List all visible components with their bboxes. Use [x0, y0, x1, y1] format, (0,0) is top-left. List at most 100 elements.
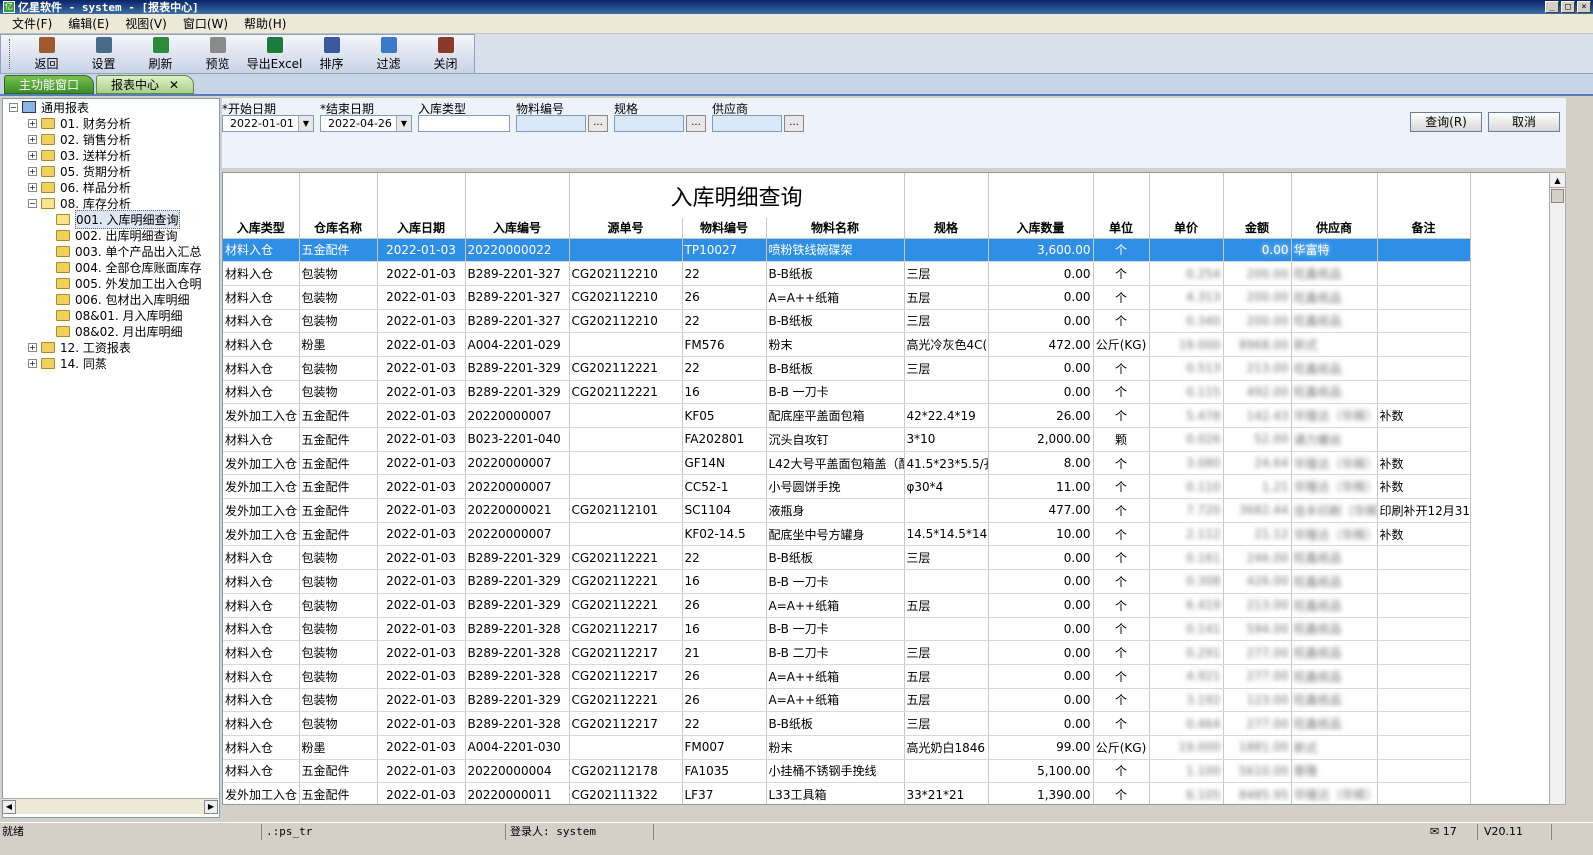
table-row[interactable]: 材料入仓 包装物 2022-01-03 B289-2201-328 CG20211221… [223, 664, 1471, 689]
cancel-button[interactable]: 取消 [1488, 112, 1560, 132]
tree-item[interactable]: +03. 送样分析 [3, 147, 219, 163]
tree-item[interactable]: 001. 入库明细查询 [3, 209, 219, 229]
menu-help[interactable]: 帮助(H) [236, 15, 294, 32]
tab-report-center[interactable]: 报表中心 ✕ [96, 75, 195, 94]
table-row[interactable]: 材料入仓 包装物 2022-01-03 B289-2201-328 CG20211221… [223, 640, 1471, 665]
type-input[interactable] [418, 115, 510, 132]
scrollbar-thumb[interactable] [1551, 189, 1564, 203]
tree-item[interactable]: 005. 外发加工出入仓明 [3, 275, 219, 291]
expand-icon[interactable]: + [28, 118, 37, 128]
start-date-picker[interactable]: 2022-01-01 ▼ [222, 115, 314, 132]
column-header[interactable]: 物料名称 [766, 218, 905, 239]
supplier-input[interactable] [712, 115, 782, 132]
table-row[interactable]: 材料入仓 包装物 2022-01-03 B289-2201-329 CG20211222… [223, 380, 1471, 405]
table-row[interactable]: 发外加工入仓 五金配件 2022-01-03 20220000007 GF14N L42大… [223, 451, 1471, 476]
column-header[interactable]: 供应商 [1291, 218, 1378, 239]
toolbar-button-3[interactable]: 预览 [189, 35, 246, 73]
toolbar-grip[interactable] [9, 39, 12, 69]
table-row[interactable]: 发外加工入仓 五金配件 2022-01-03 20220000007 KF02-14.5… [223, 522, 1471, 547]
tree-item[interactable]: +05. 货期分析 [3, 163, 219, 179]
end-date-picker[interactable]: 2022-04-26 ▼ [320, 115, 412, 132]
table-row[interactable]: 材料入仓 粉墨 2022-01-03 A004-2201-029 FM576 粉末 高光冷灰… [223, 332, 1471, 357]
toolbar-button-6[interactable]: 过滤 [360, 35, 417, 73]
table-row[interactable]: 材料入仓 包装物 2022-01-03 B289-2201-329 CG20211222… [223, 545, 1471, 571]
menu-file[interactable]: 文件(F) [4, 15, 60, 32]
column-header[interactable]: 备注 [1377, 218, 1471, 239]
table-row[interactable]: 材料入仓 包装物 2022-01-03 B289-2201-328 CG20211221… [223, 617, 1471, 642]
tree-item[interactable]: 004. 全部仓库账面库存 [3, 259, 219, 275]
toolbar-button-4[interactable]: 导出Excel [246, 35, 303, 73]
table-row[interactable]: 材料入仓 五金配件 2022-01-03 B023-2201-040 FA202801 沉… [223, 427, 1471, 452]
table-row[interactable]: 材料入仓 包装物 2022-01-03 B289-2201-328 CG20211221… [223, 711, 1471, 736]
expand-icon[interactable]: + [28, 134, 37, 144]
material-browse-button[interactable]: ... [588, 115, 608, 132]
table-row[interactable]: 材料入仓 五金配件 2022-01-03 20220000022 TP10027 喷粉铁线… [223, 238, 1471, 263]
menu-edit[interactable]: 编辑(E) [60, 15, 117, 32]
column-header[interactable]: 单价 [1149, 218, 1224, 239]
toolbar-button-1[interactable]: 设置 [75, 35, 132, 73]
tree-root[interactable]: − 通用报表 [3, 99, 219, 115]
column-header[interactable]: 入库日期 [377, 218, 466, 239]
tree-item[interactable]: 006. 包材出入库明细 [3, 291, 219, 307]
scroll-right-icon[interactable]: ▶ [204, 799, 218, 814]
column-header[interactable]: 入库编号 [465, 218, 570, 239]
collapse-icon[interactable]: − [28, 198, 37, 208]
tree-item[interactable]: +14. 同蒸 [3, 355, 219, 371]
toolbar-button-2[interactable]: 刷新 [132, 35, 189, 73]
menu-window[interactable]: 窗口(W) [175, 15, 236, 32]
material-input[interactable] [516, 115, 586, 132]
expand-icon[interactable]: + [28, 182, 37, 192]
table-row[interactable]: 材料入仓 五金配件 2022-01-03 20220000004 CG202112178… [223, 759, 1471, 784]
toolbar-button-0[interactable]: 返回 [18, 35, 75, 73]
table-row[interactable]: 发外加工入仓 五金配件 2022-01-03 20220000021 CG2021121… [223, 498, 1471, 523]
scroll-up-icon[interactable]: ▲ [1550, 173, 1565, 188]
column-header[interactable]: 仓库名称 [299, 218, 378, 239]
table-row[interactable]: 发外加工入仓 五金配件 2022-01-03 20220000011 CG2021113… [223, 782, 1471, 804]
tree-item[interactable]: 003. 单个产品出入汇总 [3, 243, 219, 259]
column-header[interactable]: 单位 [1093, 218, 1150, 239]
column-header[interactable]: 物料编号 [682, 218, 767, 239]
table-row[interactable]: 发外加工入仓 五金配件 2022-01-03 20220000007 KF05 配底座平盖… [223, 403, 1471, 428]
tab-close-icon[interactable]: ✕ [169, 78, 179, 92]
column-header[interactable]: 金额 [1223, 218, 1292, 239]
toolbar-button-7[interactable]: 关闭 [417, 35, 474, 73]
chevron-down-icon[interactable]: ▼ [396, 116, 411, 131]
query-button[interactable]: 查询(R) [1410, 112, 1482, 132]
tree-item[interactable]: 002. 出库明细查询 [3, 227, 219, 243]
tree-item[interactable]: 08&01. 月入库明细 [3, 307, 219, 323]
column-header[interactable]: 入库数量 [988, 218, 1094, 239]
report-vertical-scrollbar[interactable]: ▲ [1549, 172, 1566, 805]
collapse-icon[interactable]: − [9, 102, 18, 112]
column-header[interactable]: 入库类型 [223, 218, 300, 239]
tree-item[interactable]: 08&02. 月出库明细 [3, 323, 219, 339]
column-header[interactable]: 源单号 [569, 218, 683, 239]
scroll-left-icon[interactable]: ◀ [2, 799, 16, 814]
table-row[interactable]: 材料入仓 包装物 2022-01-03 B289-2201-329 CG20211222… [223, 593, 1471, 618]
expand-icon[interactable]: + [28, 166, 37, 176]
supplier-browse-button[interactable]: ... [784, 115, 804, 132]
tree-item[interactable]: +01. 财务分析 [3, 115, 219, 131]
tab-main-window[interactable]: 主功能窗口 [4, 75, 95, 94]
tree-horizontal-scrollbar[interactable]: ◀ ▶ [2, 798, 218, 814]
table-row[interactable]: 材料入仓 包装物 2022-01-03 B289-2201-327 CG20211221… [223, 285, 1471, 310]
spec-input[interactable] [614, 115, 684, 132]
table-row[interactable]: 材料入仓 包装物 2022-01-03 B289-2201-329 CG20211222… [223, 688, 1471, 713]
expand-icon[interactable]: + [28, 342, 37, 352]
chevron-down-icon[interactable]: ▼ [298, 116, 313, 131]
expand-icon[interactable]: + [28, 150, 37, 160]
close-icon[interactable]: × [1577, 1, 1591, 13]
tree-item[interactable]: +12. 工资报表 [3, 339, 219, 355]
table-row[interactable]: 发外加工入仓 五金配件 2022-01-03 20220000007 CC52-1 小号圆… [223, 474, 1471, 500]
table-row[interactable]: 材料入仓 包装物 2022-01-03 B289-2201-327 CG20211221… [223, 309, 1471, 334]
tree-item[interactable]: +02. 销售分析 [3, 131, 219, 147]
table-row[interactable]: 材料入仓 包装物 2022-01-03 B289-2201-329 CG20211222… [223, 356, 1471, 381]
minimize-icon[interactable]: _ [1545, 1, 1559, 13]
tree-item[interactable]: +06. 样品分析 [3, 179, 219, 195]
toolbar-button-5[interactable]: 排序 [303, 35, 360, 73]
maximize-icon[interactable]: □ [1561, 1, 1575, 13]
table-row[interactable]: 材料入仓 粉墨 2022-01-03 A004-2201-030 FM007 粉末 高光奶白… [223, 735, 1471, 760]
column-header[interactable]: 规格 [904, 218, 989, 239]
menu-view[interactable]: 视图(V) [117, 15, 175, 32]
spec-browse-button[interactable]: ... [686, 115, 706, 132]
table-row[interactable]: 材料入仓 包装物 2022-01-03 B289-2201-327 CG20211221… [223, 261, 1471, 286]
